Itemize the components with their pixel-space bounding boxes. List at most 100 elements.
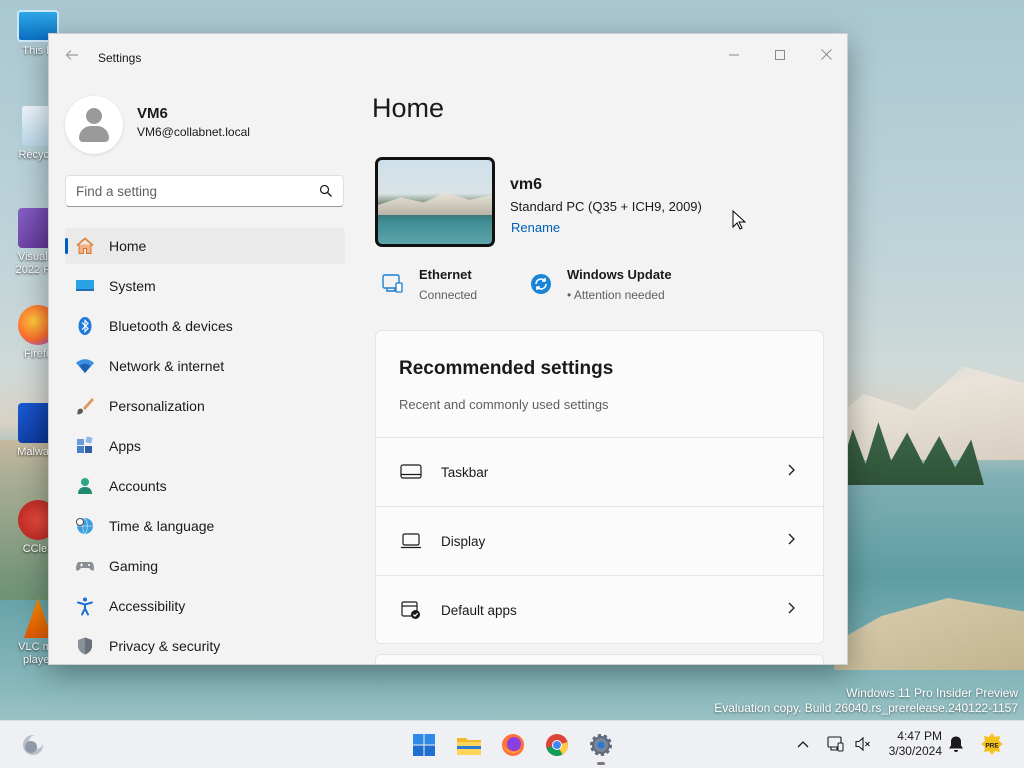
sidebar-item-bluetooth[interactable]: Bluetooth & devices: [65, 308, 345, 344]
sidebar-item-accounts[interactable]: Accounts: [65, 468, 345, 504]
widgets-icon: [23, 735, 43, 755]
recommended-item-label: Taskbar: [441, 465, 489, 480]
device-model: Standard PC (Q35 + ICH9, 2009): [510, 199, 702, 214]
sidebar-item-home[interactable]: Home: [65, 228, 345, 264]
mouse-cursor-icon: [732, 210, 746, 230]
sidebar-item-label: Privacy & security: [109, 638, 221, 654]
sidebar-item-privacy-security[interactable]: Privacy & security: [65, 628, 345, 664]
os-watermark: Windows 11 Pro Insider Preview Evaluatio…: [714, 686, 1018, 716]
clock-date: 3/30/2024: [888, 744, 942, 758]
network-tray-icon[interactable]: [827, 735, 845, 753]
next-card-partial: [375, 654, 824, 664]
notification-bell-icon[interactable]: [948, 735, 964, 753]
settings-window: Settings VM6 VM6@collabnet.local Home Sy…: [48, 33, 848, 665]
recommended-subtitle: Recent and commonly used settings: [399, 397, 609, 412]
svg-text:PRE: PRE: [985, 743, 999, 750]
sidebar-item-label: Personalization: [109, 398, 205, 414]
windows-update-subtitle: • Attention needed: [567, 288, 665, 302]
sidebar-item-label: Bluetooth & devices: [109, 318, 233, 334]
system-clock[interactable]: 4:47 PM 3/30/2024: [878, 729, 942, 759]
brush-icon: [77, 398, 94, 415]
taskbar-widgets-button[interactable]: [18, 729, 50, 761]
ethernet-subtitle: Connected: [419, 288, 478, 302]
search-icon[interactable]: [319, 184, 333, 198]
recommended-item-default-apps[interactable]: Default apps: [376, 575, 823, 643]
sidebar-item-gaming[interactable]: Gaming: [65, 548, 345, 584]
rename-link[interactable]: Rename: [511, 220, 560, 235]
recommended-settings-card: Recommended settings Recent and commonly…: [375, 330, 824, 644]
volume-muted-icon[interactable]: [854, 735, 872, 753]
globe-clock-icon: [76, 517, 93, 535]
search-box[interactable]: [65, 175, 344, 207]
display-icon: [401, 533, 421, 549]
clock-time: 4:47 PM: [897, 729, 942, 743]
apps-icon: [77, 436, 93, 453]
sidebar-item-personalization[interactable]: Personalization: [65, 388, 345, 424]
recommended-item-display[interactable]: Display: [376, 506, 823, 575]
windows-update-title: Windows Update: [567, 267, 672, 282]
accounts-icon: [78, 478, 92, 494]
sidebar-nav: Home System Bluetooth & devices Network …: [65, 228, 345, 664]
recommended-item-label: Default apps: [441, 603, 517, 618]
chevron-right-icon: [788, 464, 795, 476]
sidebar-item-accessibility[interactable]: Accessibility: [65, 588, 345, 624]
minimize-icon: [729, 54, 739, 56]
maximize-button[interactable]: [757, 40, 803, 70]
accessibility-icon: [77, 597, 93, 616]
sidebar-item-label: Home: [109, 238, 147, 254]
back-arrow-icon: [65, 50, 78, 60]
ethernet-icon: [382, 274, 403, 293]
taskbar-icon: [400, 464, 422, 479]
close-button[interactable]: [803, 40, 847, 70]
sidebar-item-apps[interactable]: Apps: [65, 428, 345, 464]
gear-icon: [590, 734, 612, 756]
sidebar-item-time-language[interactable]: Time & language: [65, 508, 345, 544]
avatar-body: [79, 126, 109, 142]
firefox-icon: [502, 734, 524, 756]
maximize-icon: [775, 50, 785, 60]
windows-update-icon: [531, 274, 551, 294]
avatar-head: [86, 108, 102, 124]
ethernet-status[interactable]: Ethernet Connected: [381, 264, 521, 304]
taskbar-firefox[interactable]: [497, 729, 529, 761]
insider-preview-badge-icon: PRE: [981, 733, 1003, 755]
sidebar-item-system[interactable]: System: [65, 268, 345, 304]
sidebar-item-label: Network & internet: [109, 358, 225, 374]
recommended-item-taskbar[interactable]: Taskbar: [376, 437, 823, 506]
sidebar-item-label: Apps: [109, 438, 141, 454]
windows-update-status[interactable]: Windows Update • Attention needed: [529, 264, 729, 304]
sidebar-item-network[interactable]: Network & internet: [65, 348, 345, 384]
taskbar-chrome[interactable]: [541, 729, 573, 761]
profile-email: VM6@collabnet.local: [137, 125, 250, 139]
wallpaper-shore: [834, 598, 1024, 670]
show-hidden-icons-chevron-icon[interactable]: [795, 736, 811, 752]
minimize-button[interactable]: [711, 40, 757, 70]
taskbar-settings[interactable]: [585, 729, 617, 765]
device-name: vm6: [510, 176, 543, 193]
default-apps-icon: [401, 601, 420, 619]
chevron-right-icon: [788, 602, 795, 614]
network-icon: [76, 359, 94, 373]
sidebar-item-label: Time & language: [109, 518, 215, 534]
home-icon: [76, 237, 94, 254]
start-button[interactable]: [408, 729, 440, 761]
thumbnail-mountain: [378, 192, 492, 215]
sidebar-item-label: Accessibility: [109, 598, 186, 614]
avatar[interactable]: [65, 96, 123, 154]
gamepad-icon: [76, 562, 94, 571]
device-wallpaper-thumbnail[interactable]: [375, 157, 495, 247]
back-button[interactable]: [61, 47, 83, 69]
title-bar[interactable]: Settings: [49, 34, 847, 80]
shield-icon: [78, 637, 92, 655]
search-input[interactable]: [76, 176, 306, 206]
chrome-icon: [546, 734, 568, 756]
bluetooth-icon: [78, 317, 92, 335]
sidebar-item-label: Accounts: [109, 478, 167, 494]
watermark-line-2: Evaluation copy. Build 26040.rs_prerelea…: [714, 701, 1018, 715]
windows-logo-icon: [413, 734, 435, 756]
page-title: Home: [372, 93, 445, 123]
taskbar-file-explorer[interactable]: [453, 729, 485, 761]
window-title: Settings: [98, 51, 142, 65]
folder-icon: [457, 738, 481, 755]
profile-name: VM6: [137, 105, 168, 122]
